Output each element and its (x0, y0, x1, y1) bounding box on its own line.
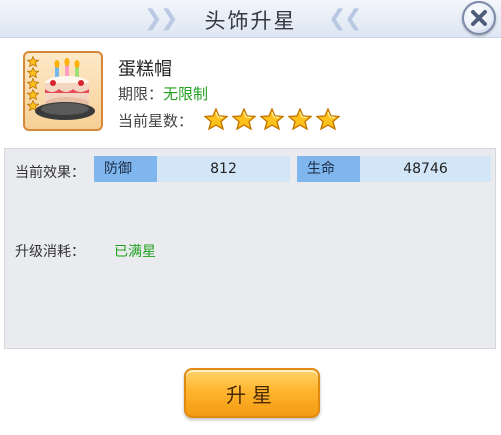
close-icon (471, 10, 487, 26)
chevron-left-icon: ❮ (344, 6, 363, 31)
star-icon (288, 108, 312, 130)
upgrade-panel: ❯ ❯ 头饰升星 ❮ ❮ 蛋糕帽 期限：无限制 当前星数： 当前效果： 防御 8… (0, 0, 501, 435)
star-icon (232, 108, 256, 130)
upgrade-star-button[interactable]: 升星 (184, 368, 320, 418)
stars-label: 当前星数： (118, 112, 194, 130)
cost-label: 升级消耗： (15, 244, 85, 260)
title-bar: ❯ ❯ 头饰升星 ❮ ❮ (0, 0, 501, 38)
term-row: 期限：无限制 (118, 83, 208, 104)
item-name: 蛋糕帽 (118, 59, 172, 80)
star-icon (204, 108, 228, 130)
effect-label: 当前效果： (15, 165, 85, 181)
birthday-cake-hat-icon (35, 58, 95, 120)
term-value: 无限制 (163, 85, 209, 103)
star-rating (204, 108, 340, 130)
star-icon (316, 108, 340, 130)
item-icon-frame (23, 51, 103, 131)
star-icon (260, 108, 284, 130)
term-label: 期限： (118, 85, 164, 103)
defense-stat-name: 防御 (94, 156, 157, 182)
life-stat-value: 48746 (360, 156, 491, 182)
cost-value: 已满星 (114, 244, 156, 260)
stats-panel: 当前效果： 防御 812 生命 48746 升级消耗： 已满星 (4, 148, 496, 349)
life-stat-name: 生命 (297, 156, 360, 182)
page-title: 头饰升星 (204, 9, 297, 33)
defense-stat-value: 812 (157, 156, 290, 182)
close-button[interactable] (462, 1, 496, 35)
